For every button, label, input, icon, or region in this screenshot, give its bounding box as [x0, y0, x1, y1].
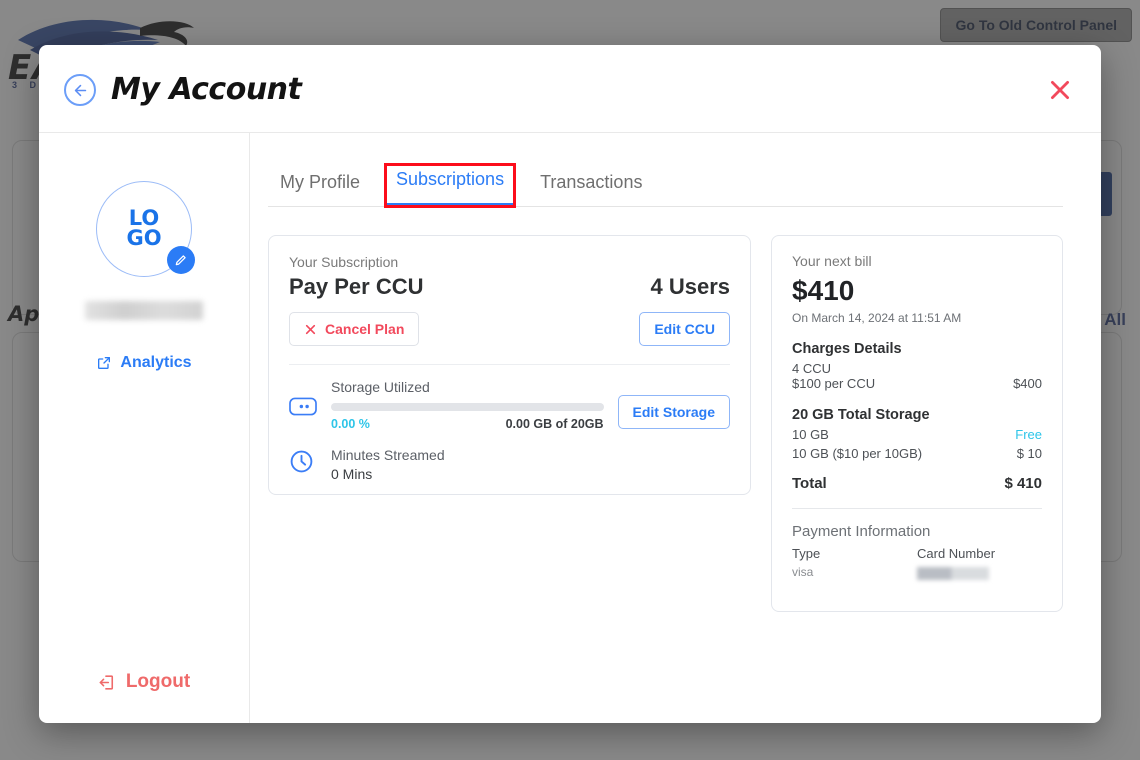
avatar[interactable]: LO GO — [96, 181, 192, 277]
storage-icon-column — [289, 379, 331, 421]
storage-percent: 0.00 % — [331, 417, 370, 431]
tab-transactions[interactable]: Transactions — [530, 168, 652, 206]
payment-type-column: Type visa — [792, 546, 917, 580]
payment-type-label: Type — [792, 546, 917, 561]
subscription-heading: Your Subscription — [289, 254, 730, 270]
plan-actions: Cancel Plan Edit CCU — [289, 312, 730, 346]
avatar-logo-line2: GO — [126, 229, 161, 249]
storage-charge-label-1: 10 GB — [792, 427, 829, 442]
edit-avatar-button[interactable] — [167, 246, 195, 274]
charge-ccu-line1: 4 CCU — [792, 361, 875, 376]
tab-subscriptions[interactable]: Subscriptions — [386, 165, 514, 206]
payment-grid: Type visa Card Number — [792, 546, 1042, 580]
payment-information-heading: Payment Information — [792, 523, 1042, 540]
bill-separator — [792, 508, 1042, 509]
cancel-plan-button[interactable]: Cancel Plan — [289, 312, 419, 346]
back-button[interactable] — [64, 74, 96, 106]
subscriptions-panels: Your Subscription Pay Per CCU 4 Users Ca… — [268, 235, 1063, 612]
pencil-icon — [174, 253, 188, 267]
plan-row: Pay Per CCU 4 Users — [289, 274, 730, 300]
charge-ccu-line2: $100 per CCU — [792, 376, 875, 391]
x-icon — [304, 323, 317, 336]
close-button[interactable] — [1043, 73, 1077, 107]
edit-ccu-button[interactable]: Edit CCU — [639, 312, 730, 346]
payment-type-value: visa — [792, 565, 917, 579]
username-redacted — [85, 301, 203, 320]
minutes-streamed-value: 0 Mins — [331, 466, 445, 482]
logout-icon — [98, 673, 117, 692]
storage-row: Storage Utilized 0.00 % 0.00 GB of 20GB … — [289, 379, 730, 431]
account-tabs: My Profile Subscriptions Transactions — [268, 165, 1063, 207]
storage-legend: 0.00 % 0.00 GB of 20GB — [331, 417, 604, 431]
card-number-label: Card Number — [917, 546, 1042, 561]
charges-details-heading: Charges Details — [792, 341, 1042, 357]
storage-charges-heading: 20 GB Total Storage — [792, 407, 1042, 423]
minutes-streamed-details: Minutes Streamed 0 Mins — [331, 447, 445, 482]
account-sidebar: LO GO Analytics — [39, 133, 250, 723]
modal-body: LO GO Analytics — [39, 133, 1101, 723]
storage-charge-amount-1: Free — [1015, 427, 1042, 442]
page-title: My Account — [111, 72, 301, 107]
minutes-streamed-row: Minutes Streamed 0 Mins — [289, 447, 730, 482]
card-divider — [289, 364, 730, 365]
external-link-icon — [96, 355, 112, 371]
analytics-label: Analytics — [120, 354, 191, 372]
total-row: Total $ 410 — [792, 475, 1042, 492]
analytics-link[interactable]: Analytics — [96, 354, 191, 372]
storage-charge-row-2: 10 GB ($10 per 10GB) $ 10 — [792, 446, 1042, 461]
next-bill-amount: $410 — [792, 275, 1042, 307]
charge-row-ccu: 4 CCU $100 per CCU $400 — [792, 361, 1042, 391]
next-bill-date: On March 14, 2024 at 11:51 AM — [792, 311, 1042, 325]
minutes-streamed-title: Minutes Streamed — [331, 447, 445, 463]
edit-storage-wrap: Edit Storage — [618, 379, 730, 429]
charge-ccu-amount: $400 — [1013, 376, 1042, 391]
close-icon — [1047, 77, 1073, 103]
account-main: My Profile Subscriptions Transactions Yo… — [250, 133, 1101, 723]
subscription-card: Your Subscription Pay Per CCU 4 Users Ca… — [268, 235, 751, 495]
plan-name: Pay Per CCU — [289, 274, 424, 300]
storage-title: Storage Utilized — [331, 379, 604, 395]
cancel-plan-label: Cancel Plan — [325, 321, 404, 337]
storage-charge-label-2: 10 GB ($10 per 10GB) — [792, 446, 922, 461]
storage-charge-row-1: 10 GB Free — [792, 427, 1042, 442]
modal-header: My Account — [39, 45, 1101, 133]
arrow-left-icon — [72, 82, 89, 99]
logout-button[interactable]: Logout — [39, 671, 249, 693]
tab-my-profile[interactable]: My Profile — [270, 168, 370, 206]
total-label: Total — [792, 475, 827, 492]
total-amount: $ 410 — [1004, 475, 1042, 492]
payment-card-column: Card Number — [917, 546, 1042, 580]
storage-details: Storage Utilized 0.00 % 0.00 GB of 20GB — [331, 379, 618, 431]
card-number-redacted — [917, 567, 989, 580]
avatar-logo-text: LO GO — [126, 209, 161, 249]
logout-label: Logout — [126, 671, 190, 693]
my-account-modal: My Account LO GO — [39, 45, 1101, 723]
next-bill-heading: Your next bill — [792, 253, 1042, 269]
storage-capacity: 0.00 GB of 20GB — [506, 417, 604, 431]
edit-storage-button[interactable]: Edit Storage — [618, 395, 730, 429]
card-number-value — [917, 565, 1042, 580]
clock-icon — [289, 449, 314, 474]
charge-ccu-labels: 4 CCU $100 per CCU — [792, 361, 875, 391]
storage-icon — [289, 397, 317, 416]
storage-charge-amount-2: $ 10 — [1017, 446, 1042, 461]
clock-icon-column — [289, 447, 331, 479]
next-bill-card: Your next bill $410 On March 14, 2024 at… — [771, 235, 1063, 612]
storage-progress-bar — [331, 403, 604, 411]
plan-users-count: 4 Users — [650, 274, 730, 300]
